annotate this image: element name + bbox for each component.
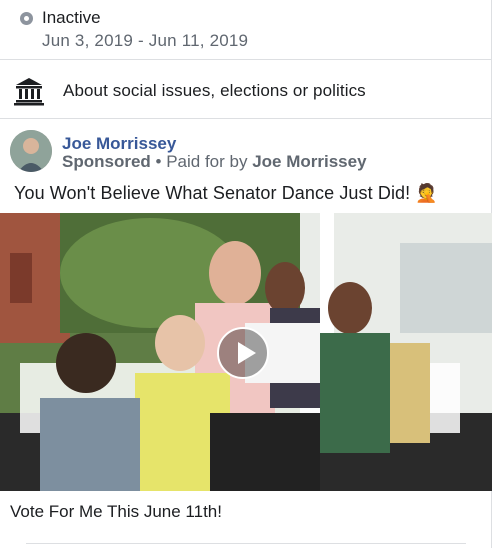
divider	[0, 59, 492, 60]
ad-body-text: You Won't Believe What Senator Dance Jus…	[14, 183, 438, 203]
ad-category-row: About social issues, elections or politi…	[14, 76, 366, 106]
paid-for-name: Joe Morrissey	[252, 152, 367, 171]
category-label: About social issues, elections or politi…	[63, 81, 366, 100]
divider	[26, 543, 466, 544]
play-button[interactable]	[217, 327, 269, 379]
ad-card: Inactive Jun 3, 2019 - Jun 11, 2019 Abou…	[0, 0, 492, 548]
divider	[0, 118, 492, 119]
advertiser-avatar[interactable]	[10, 130, 52, 172]
paid-for-prefix: Paid for by	[166, 152, 253, 171]
sponsor-line: Sponsored • Paid for by Joe Morrissey	[62, 152, 367, 172]
advertiser-name-link[interactable]: Joe Morrissey	[62, 134, 176, 154]
sponsored-label: Sponsored	[62, 152, 151, 171]
ad-caption: Vote For Me This June 11th!	[10, 502, 222, 521]
run-date-range: Jun 3, 2019 - Jun 11, 2019	[42, 31, 249, 50]
avatar-portrait	[10, 130, 52, 172]
status-label: Inactive	[42, 8, 101, 27]
inactive-status-icon	[20, 11, 33, 25]
status-row: Inactive	[20, 8, 101, 28]
separator: •	[150, 152, 167, 171]
bank-icon	[14, 78, 44, 106]
